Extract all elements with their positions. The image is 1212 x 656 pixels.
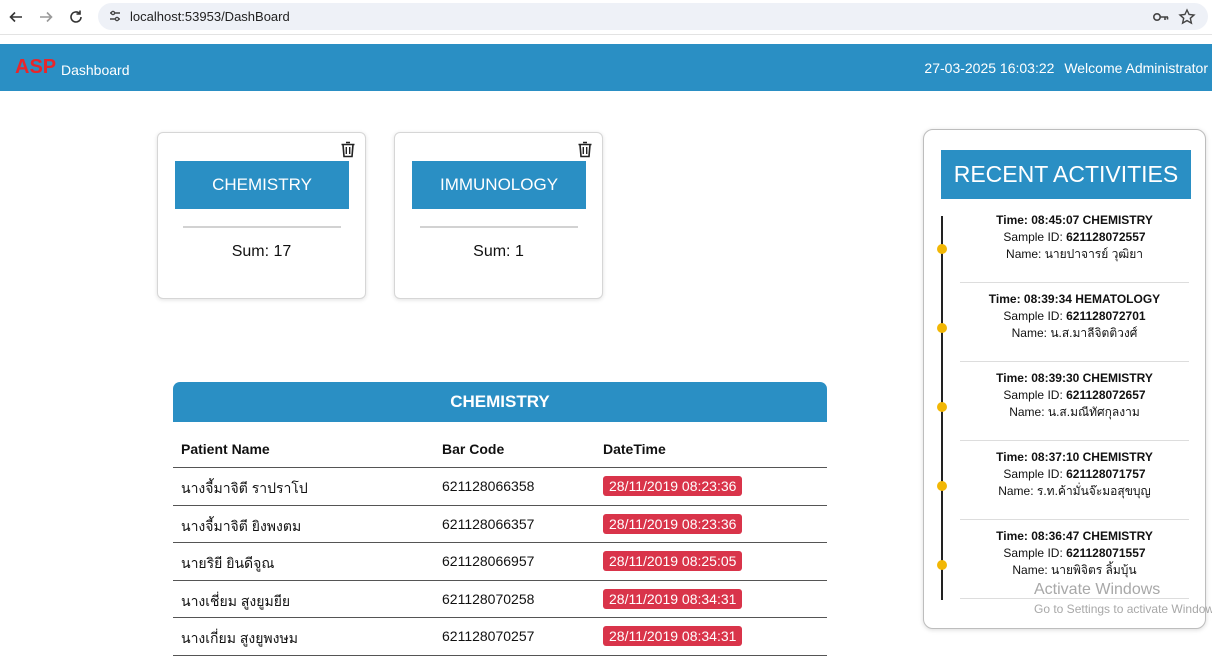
datetime-badge: 28/11/2019 08:34:31 xyxy=(603,588,743,609)
datetime-badge: 28/11/2019 08:23:36 xyxy=(603,513,743,534)
sample-label: Sample ID: xyxy=(1003,230,1063,244)
patient-name: นางจี้มาจิตี ยิงพงตม xyxy=(181,517,302,534)
activity-name: Name: น.ส.มาลีจิตติวงศ์ xyxy=(1011,326,1138,340)
welcome-text: Welcome Administrator xyxy=(1064,60,1208,76)
site-settings-icon[interactable] xyxy=(108,9,122,23)
browser-toolbar: localhost:53953/DashBoard xyxy=(0,0,1212,35)
brand-logo[interactable]: ASP xyxy=(15,56,56,79)
forward-arrow-icon[interactable] xyxy=(35,6,57,28)
activity-name: Name: ร.ท.ค้ามั่นจ๊ะมอสุขบุญ xyxy=(998,484,1151,498)
table-row[interactable]: นางจี้มาจิตี ราปราโป 621128066358 28/11/… xyxy=(173,468,827,506)
activity-time: Time: 08:45:07 CHEMISTRY xyxy=(996,213,1153,227)
activity-item[interactable]: Time: 08:37:10 CHEMISTRY Sample ID: 6211… xyxy=(960,441,1189,520)
trash-icon[interactable] xyxy=(577,141,593,158)
sample-label: Sample ID: xyxy=(1003,546,1063,560)
timeline-dot xyxy=(937,560,947,570)
password-key-icon[interactable] xyxy=(1152,8,1170,26)
bar-code: 621128070258 xyxy=(442,590,535,607)
activity-name: Name: นายปาจารย์ วุฒิยา xyxy=(1006,247,1143,261)
datetime-badge: 28/11/2019 08:34:31 xyxy=(603,626,743,646)
trash-icon[interactable] xyxy=(340,141,356,158)
table-row[interactable]: นางจี้มาจิตี ยิงพงตม 621128066357 28/11/… xyxy=(173,506,827,543)
sample-id: 621128071557 xyxy=(1066,546,1146,560)
activate-windows-watermark: Activate Windows xyxy=(1034,581,1161,598)
sample-label: Sample ID: xyxy=(1003,467,1063,481)
table-row[interactable]: นางเกี่ยม สูงยูพงษม 621128070257 28/11/2… xyxy=(173,618,827,656)
brand-subtitle[interactable]: Dashboard xyxy=(61,62,130,78)
table-row[interactable]: นางเชี่ยม สูงยูมยีย 621128070258 28/11/2… xyxy=(173,581,827,618)
department-card-immunology[interactable]: IMMUNOLOGY Sum: 1 xyxy=(394,132,603,299)
sample-id: 621128072701 xyxy=(1066,309,1146,323)
card-sum: Sum: 1 xyxy=(473,243,524,260)
bar-code: 621128066357 xyxy=(442,515,535,532)
url-text[interactable]: localhost:53953/DashBoard xyxy=(130,9,290,24)
card-title[interactable]: CHEMISTRY xyxy=(175,161,349,209)
card-divider xyxy=(183,226,341,228)
column-header-datetime: DateTime xyxy=(603,441,666,457)
recent-activities-panel: RECENT ACTIVITIES Time: 08:45:07 CHEMIST… xyxy=(923,129,1206,629)
timeline-dot xyxy=(937,481,947,491)
activity-time: Time: 08:36:47 CHEMISTRY xyxy=(996,529,1153,543)
patient-name: นางเกี่ยม สูงยูพงษม xyxy=(181,630,298,646)
table-title: CHEMISTRY xyxy=(173,382,827,422)
table-row[interactable]: นายริยี ยินดีจูณ 621128066957 28/11/2019… xyxy=(173,543,827,581)
address-bar[interactable]: localhost:53953/DashBoard xyxy=(98,3,1208,30)
sample-label: Sample ID: xyxy=(1003,388,1063,402)
timeline-dot xyxy=(937,402,947,412)
bar-code: 621128066957 xyxy=(442,553,535,569)
datetime-badge: 28/11/2019 08:23:36 xyxy=(603,476,743,496)
card-title[interactable]: IMMUNOLOGY xyxy=(412,161,586,209)
activity-time: Time: 08:37:10 CHEMISTRY xyxy=(996,450,1153,464)
app-header: ASP Dashboard 27-03-2025 16:03:22 Welcom… xyxy=(0,44,1212,91)
patient-name: นายริยี ยินดีจูณ xyxy=(181,555,275,571)
column-header-patient-name: Patient Name xyxy=(181,441,270,457)
timeline-dot xyxy=(937,323,947,333)
reload-icon[interactable] xyxy=(65,6,87,28)
chemistry-table: CHEMISTRY Patient Name Bar Code DateTime… xyxy=(173,382,827,656)
timeline-dot xyxy=(937,244,947,254)
patient-name: นางเชี่ยม สูงยูมยีย xyxy=(181,592,291,609)
datetime-badge: 28/11/2019 08:25:05 xyxy=(603,551,743,571)
sample-label: Sample ID: xyxy=(1003,309,1063,323)
activity-time: Time: 08:39:30 CHEMISTRY xyxy=(996,371,1153,385)
activity-item[interactable]: Time: 08:39:30 CHEMISTRY Sample ID: 6211… xyxy=(960,362,1189,441)
card-divider xyxy=(420,226,578,228)
activity-item[interactable]: Time: 08:39:34 HEMATOLOGY Sample ID: 621… xyxy=(960,283,1189,362)
bar-code: 621128070257 xyxy=(442,628,535,644)
sample-id: 621128071757 xyxy=(1066,467,1146,481)
recent-activities-title: RECENT ACTIVITIES xyxy=(941,150,1191,199)
bar-code: 621128066358 xyxy=(442,478,535,494)
card-sum: Sum: 17 xyxy=(231,243,292,260)
activity-name: Name: น.ส.มณีทัศกุลงาม xyxy=(1009,405,1140,419)
table-header-row: Patient Name Bar Code DateTime xyxy=(173,422,827,468)
activity-name: Name: นายพิจิตร ลิ้มบุ้น xyxy=(1012,563,1137,577)
column-header-bar-code: Bar Code xyxy=(442,441,505,457)
department-card-chemistry[interactable]: CHEMISTRY Sum: 17 xyxy=(157,132,366,299)
sample-id: 621128072557 xyxy=(1066,230,1146,244)
back-arrow-icon[interactable] xyxy=(5,6,27,28)
activity-time: Time: 08:39:34 HEMATOLOGY xyxy=(988,292,1161,306)
sample-id: 621128072657 xyxy=(1066,388,1146,402)
bookmark-star-icon[interactable] xyxy=(1178,8,1196,26)
current-datetime: 27-03-2025 16:03:22 xyxy=(924,60,1055,76)
patient-name: นางจี้มาจิตี ราปราโป xyxy=(181,480,308,496)
activity-item[interactable]: Time: 08:45:07 CHEMISTRY Sample ID: 6211… xyxy=(960,204,1189,283)
header-info: 27-03-2025 16:03:22 Welcome Administrato… xyxy=(924,60,1208,76)
activate-windows-hint: Go to Settings to activate Windows. xyxy=(1034,602,1212,616)
